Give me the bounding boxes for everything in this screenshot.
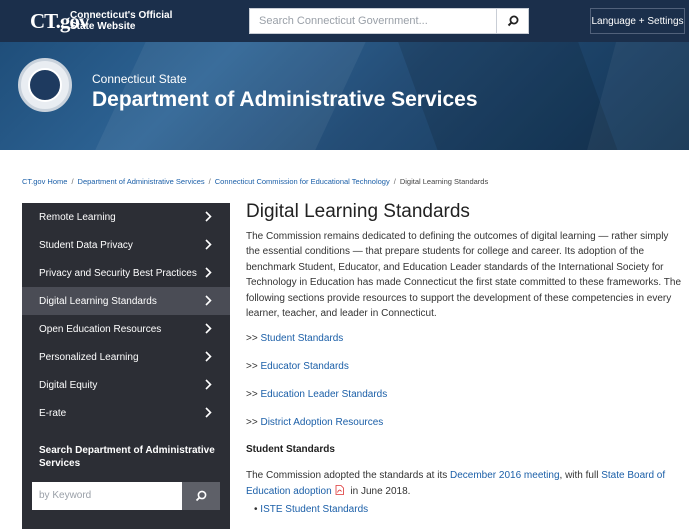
search-icon <box>507 15 518 27</box>
breadcrumb-separator: / <box>208 177 211 186</box>
sidebar-item-personalized-learning[interactable]: Personalized Learning <box>22 343 230 371</box>
top-bar: CT.gov Connecticut's Official State Webs… <box>0 0 689 42</box>
para-text: in June 2018. <box>347 485 411 497</box>
logo-subtitle-line2: State Website <box>70 21 136 32</box>
sidebar-item-open-education-resources[interactable]: Open Education Resources <box>22 315 230 343</box>
state-label: Connecticut State <box>92 72 187 86</box>
anchor-link-row: >> Student Standards <box>246 333 684 349</box>
department-title[interactable]: Department of Administrative Services <box>92 88 478 112</box>
chevron-right-icon <box>205 211 212 222</box>
anchor-link-row: >> District Adoption Resources <box>246 417 684 433</box>
sidebar-item-digital-learning-standards[interactable]: Digital Learning Standards <box>22 287 230 315</box>
breadcrumb-current: Digital Learning Standards <box>399 177 489 186</box>
logo-subtitle-line1: Connecticut's Official <box>70 10 173 21</box>
site-search-input[interactable]: Search Connecticut Government... <box>249 8 497 34</box>
section-heading: Student Standards <box>246 444 335 456</box>
language-settings-button[interactable]: Language + Settings <box>590 8 685 34</box>
state-seal-icon <box>18 58 72 112</box>
sidebar-nav: Remote Learning Student Data Privacy Pri… <box>22 203 230 529</box>
breadcrumb-das[interactable]: Department of Administrative Services <box>78 177 205 186</box>
sidebar-item-label: Digital Equity <box>39 379 98 391</box>
adoption-paragraph: The Commission adopted the standards at … <box>246 468 684 499</box>
sidebar-item-student-data-privacy[interactable]: Student Data Privacy <box>22 231 230 259</box>
breadcrumb-commission[interactable]: Connecticut Commission for Educational T… <box>215 177 390 186</box>
chevron-right-icon <box>205 267 212 278</box>
department-banner: Connecticut State Department of Administ… <box>0 42 689 150</box>
site-search-button[interactable] <box>497 8 529 34</box>
logo-subtitle: Connecticut's Official State Website <box>70 10 172 32</box>
student-standards-link[interactable]: Student Standards <box>260 333 343 344</box>
sidebar-item-label: Remote Learning <box>39 211 116 223</box>
breadcrumb-home[interactable]: CT.gov Home <box>22 177 67 186</box>
intro-paragraph: The Commission remains dedicated to defi… <box>246 231 682 320</box>
chevron-right-icon <box>205 351 212 362</box>
educator-standards-link[interactable]: Educator Standards <box>260 361 348 372</box>
sidebar-item-label: Personalized Learning <box>39 351 139 363</box>
education-leader-standards-link[interactable]: Education Leader Standards <box>260 389 387 400</box>
sidebar-search-label: Search Department of Administrative Serv… <box>39 445 215 469</box>
link-prefix: >> <box>246 389 258 401</box>
list-item: • ISTE Student Standards <box>246 504 684 515</box>
sidebar-item-remote-learning[interactable]: Remote Learning <box>22 203 230 231</box>
chevron-right-icon <box>205 239 212 250</box>
page-title: Digital Learning Standards <box>246 201 470 222</box>
sidebar-item-label: Student Data Privacy <box>39 239 133 251</box>
para-text: , with full <box>559 470 602 482</box>
sidebar-item-label: Digital Learning Standards <box>39 295 157 307</box>
sidebar-item-digital-equity[interactable]: Digital Equity <box>22 371 230 399</box>
breadcrumb-separator: / <box>71 177 74 186</box>
sidebar-item-privacy-security[interactable]: Privacy and Security Best Practices <box>22 259 230 287</box>
breadcrumb: CT.gov Home / Department of Administrative… <box>22 177 488 186</box>
chevron-right-icon <box>205 407 212 418</box>
main-content: Digital Learning Standards The Commissio… <box>246 200 684 515</box>
breadcrumb-separator: / <box>393 177 396 186</box>
chevron-right-icon <box>205 295 212 306</box>
sidebar-item-label: Privacy and Security Best Practices <box>39 267 197 279</box>
chevron-right-icon <box>205 379 212 390</box>
anchor-link-row: >> Education Leader Standards <box>246 389 684 405</box>
sidebar-search-input[interactable]: by Keyword <box>32 482 182 510</box>
district-adoption-resources-link[interactable]: District Adoption Resources <box>260 417 383 428</box>
pdf-icon <box>335 484 344 495</box>
december-2016-meeting-link[interactable]: December 2016 meeting <box>450 470 560 481</box>
anchor-link-row: >> Educator Standards <box>246 361 684 377</box>
sidebar-item-label: Open Education Resources <box>39 323 162 335</box>
sidebar-item-label: E-rate <box>39 407 67 419</box>
chevron-right-icon <box>205 323 212 334</box>
seal-center <box>28 68 62 102</box>
iste-student-standards-link[interactable]: ISTE Student Standards <box>260 504 368 515</box>
para-text: The Commission adopted the standards at … <box>246 470 450 482</box>
sidebar-search-button[interactable] <box>182 482 220 510</box>
sidebar-item-e-rate[interactable]: E-rate <box>22 399 230 427</box>
bullet-dot: • <box>254 504 258 516</box>
link-prefix: >> <box>246 361 258 373</box>
link-prefix: >> <box>246 333 258 345</box>
search-icon <box>195 490 207 502</box>
link-prefix: >> <box>246 417 258 429</box>
